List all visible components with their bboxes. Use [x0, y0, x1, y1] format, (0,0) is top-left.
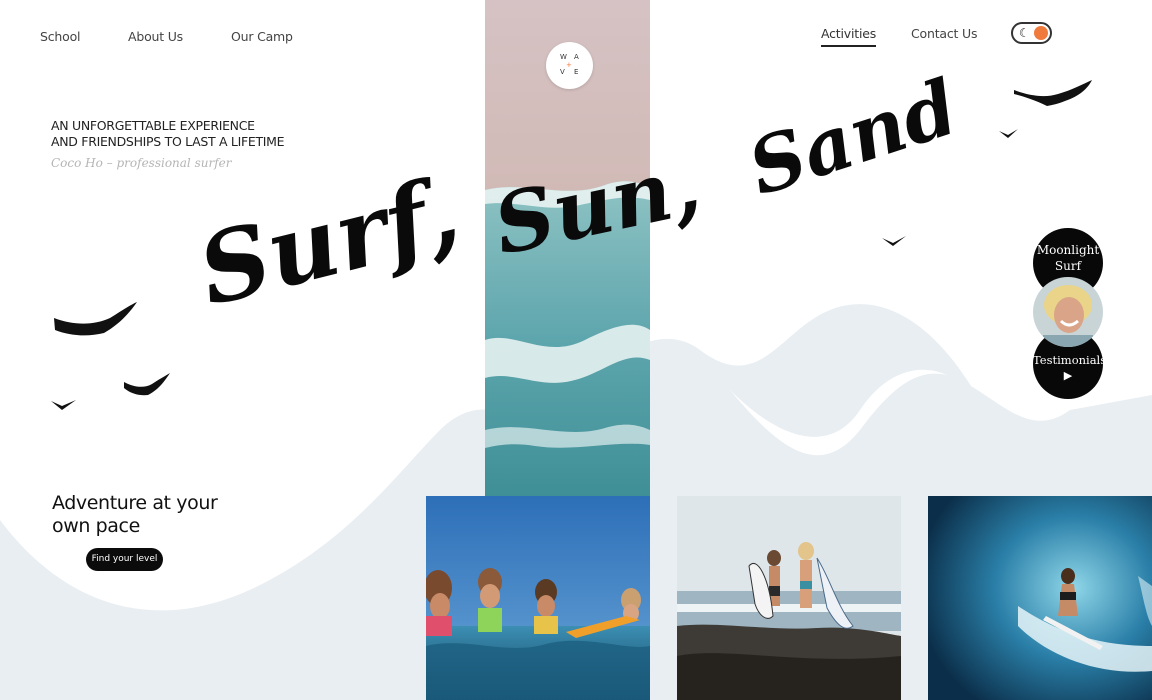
adventure-heading-line-1: Adventure at your — [52, 492, 218, 514]
photo-wave-surfer — [928, 496, 1152, 700]
moonlight-label-2: Surf — [1054, 259, 1082, 273]
bird-icon — [54, 302, 137, 336]
adventure-heading-line-2: own pace — [52, 515, 140, 537]
photo-group-surfers — [426, 496, 650, 700]
bird-icon — [51, 400, 76, 410]
bird-icon — [1014, 80, 1092, 106]
bird-icon — [124, 373, 170, 396]
bird-icon — [999, 129, 1018, 138]
play-icon: ▶ — [1063, 369, 1073, 382]
photo-surfers-walking — [677, 496, 901, 700]
bird-icon — [882, 236, 906, 246]
adventure-heading: Adventure at your own pace — [52, 492, 218, 538]
avatar[interactable] — [1033, 277, 1103, 347]
find-your-level-button[interactable]: Find your level — [86, 548, 163, 571]
moonlight-label-1: Moonlight — [1036, 243, 1100, 257]
